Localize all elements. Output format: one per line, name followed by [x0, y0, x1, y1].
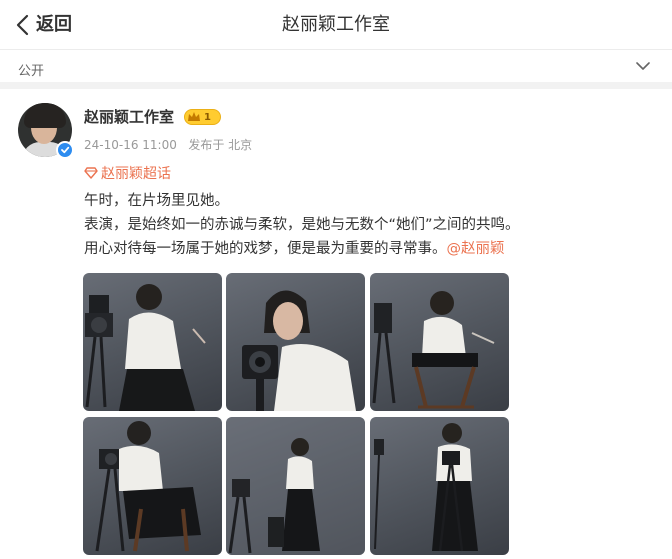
page-title: 赵丽颖工作室 — [282, 14, 390, 35]
supertopic-link[interactable]: 赵丽颖超话 — [84, 164, 171, 182]
supertopic-label: 赵丽颖超话 — [101, 166, 171, 182]
navigation-bar: 返回 赵丽颖工作室 — [0, 0, 672, 50]
post-line: 午时，在片场里见她。 — [84, 193, 229, 209]
user-name[interactable]: 赵丽颖工作室 — [84, 106, 174, 127]
photo-thumbnail[interactable] — [226, 417, 365, 555]
check-icon — [61, 146, 70, 154]
mention-link[interactable]: @赵丽颖 — [447, 241, 505, 257]
avatar-hair — [24, 103, 66, 128]
post-timestamp: 24-10-16 11:00 — [84, 138, 177, 152]
post-text: 午时，在片场里见她。 表演，是始终如一的赤诚与柔软，是她与无数个“她们”之间的共… — [84, 189, 659, 261]
post-line: 表演，是始终如一的赤诚与柔软，是她与无数个“她们”之间的共鸣。 — [84, 217, 520, 233]
post-line-text: 用心对待每一场属于她的戏梦，便是最为重要的寻常事。 — [84, 241, 447, 257]
post-source: 发布于 北京 — [188, 138, 253, 152]
photo-thumbnail[interactable] — [370, 273, 509, 411]
weibo-post: 赵丽颖工作室 1 24-10-16 11:00 发布于 北京 赵丽颖超话 午时，… — [0, 96, 672, 559]
photo-thumbnail[interactable] — [370, 417, 509, 555]
post-line: 用心对待每一场属于她的戏梦，便是最为重要的寻常事。@赵丽颖 — [84, 237, 659, 261]
visibility-label: 公开 — [18, 64, 45, 79]
chevron-down-icon — [636, 62, 650, 70]
crown-icon — [188, 112, 200, 121]
photo-thumbnail[interactable] — [226, 273, 365, 411]
photo-grid — [83, 273, 509, 557]
member-badge[interactable]: 1 — [184, 109, 221, 125]
post-meta: 24-10-16 11:00 发布于 北京 — [84, 136, 252, 153]
visibility-selector[interactable]: 公开 — [0, 51, 672, 89]
photo-thumbnail[interactable] — [83, 417, 222, 555]
diamond-icon — [84, 167, 98, 179]
photo-thumbnail[interactable] — [83, 273, 222, 411]
member-level: 1 — [204, 111, 211, 123]
verified-badge-icon — [56, 141, 74, 159]
